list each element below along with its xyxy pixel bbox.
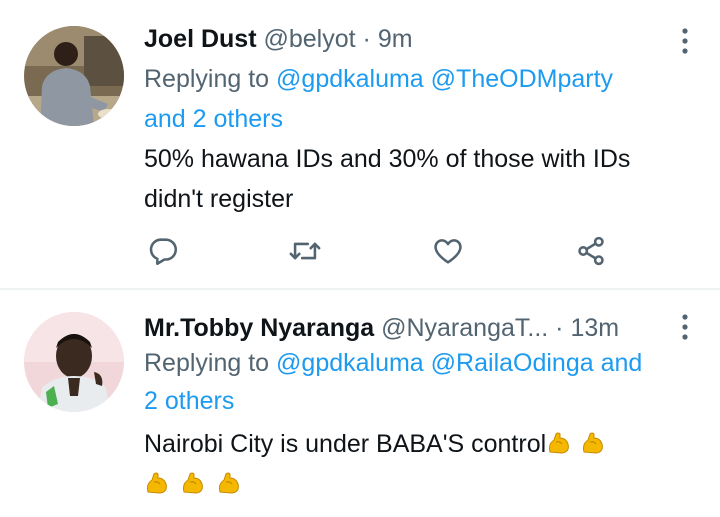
- tweet-text-line: [144, 464, 680, 504]
- timestamp[interactable]: 9m: [378, 25, 413, 53]
- separator: ·: [362, 25, 371, 53]
- mention-link[interactable]: @gpdkaluma: [276, 349, 424, 377]
- avatar[interactable]: [24, 26, 124, 126]
- avatar[interactable]: [24, 312, 124, 412]
- tweet-text-line: didn't register: [144, 185, 294, 213]
- replying-to-label: Replying to: [144, 349, 270, 377]
- share-icon[interactable]: [574, 234, 608, 268]
- tweet-header: Joel Dust @belyot · 9m: [144, 21, 680, 57]
- mention-link[interactable]: @RailaOdinga: [431, 349, 594, 377]
- replying-to: Replying to @gpdkaluma @TheODMparty and …: [144, 59, 680, 139]
- flexed-biceps-icon: [580, 428, 606, 454]
- handle[interactable]: @NyarangaT...: [381, 314, 548, 342]
- reply-icon[interactable]: [146, 234, 180, 268]
- like-icon[interactable]: [431, 234, 465, 268]
- tweet-text-content: Nairobi City is under BABA'S control: [144, 430, 547, 458]
- others-link[interactable]: and: [601, 349, 643, 377]
- mention-link[interactable]: @gpdkaluma: [276, 65, 424, 93]
- flexed-biceps-icon: [216, 468, 242, 494]
- handle[interactable]: @belyot: [263, 25, 355, 53]
- tweet-text: Nairobi City is under BABA'S control: [144, 424, 680, 504]
- replying-to: Replying to @gpdkaluma @RailaOdinga and …: [144, 344, 680, 420]
- flexed-biceps-icon: [180, 468, 206, 494]
- tweet[interactable]: Joel Dust @belyot · 9m Replying to @gpdk…: [0, 0, 720, 289]
- tweet-header: Mr.Tobby Nyaranga @NyarangaT... · 13m: [144, 310, 680, 346]
- tweet-text-line: 50% hawana IDs and 30% of those with IDs: [144, 145, 631, 173]
- flexed-biceps-icon: [144, 468, 170, 494]
- timestamp[interactable]: 13m: [570, 314, 619, 342]
- mention-link[interactable]: @TheODMparty: [431, 65, 613, 93]
- more-options-icon[interactable]: [676, 312, 694, 342]
- more-options-icon[interactable]: [676, 26, 694, 56]
- retweet-icon[interactable]: [288, 234, 322, 268]
- replying-to-label: Replying to: [144, 65, 270, 93]
- separator: ·: [555, 314, 564, 342]
- others-link[interactable]: 2 others: [144, 387, 234, 415]
- tweet[interactable]: Mr.Tobby Nyaranga @NyarangaT... · 13m Re…: [0, 290, 720, 517]
- others-link[interactable]: and 2 others: [144, 105, 283, 133]
- tweet-text-line: Nairobi City is under BABA'S control: [144, 424, 680, 464]
- tweet-text: 50% hawana IDs and 30% of those with IDs…: [144, 139, 680, 219]
- display-name[interactable]: Joel Dust: [144, 25, 257, 53]
- flexed-biceps-icon: [546, 428, 572, 454]
- display-name[interactable]: Mr.Tobby Nyaranga: [144, 314, 374, 342]
